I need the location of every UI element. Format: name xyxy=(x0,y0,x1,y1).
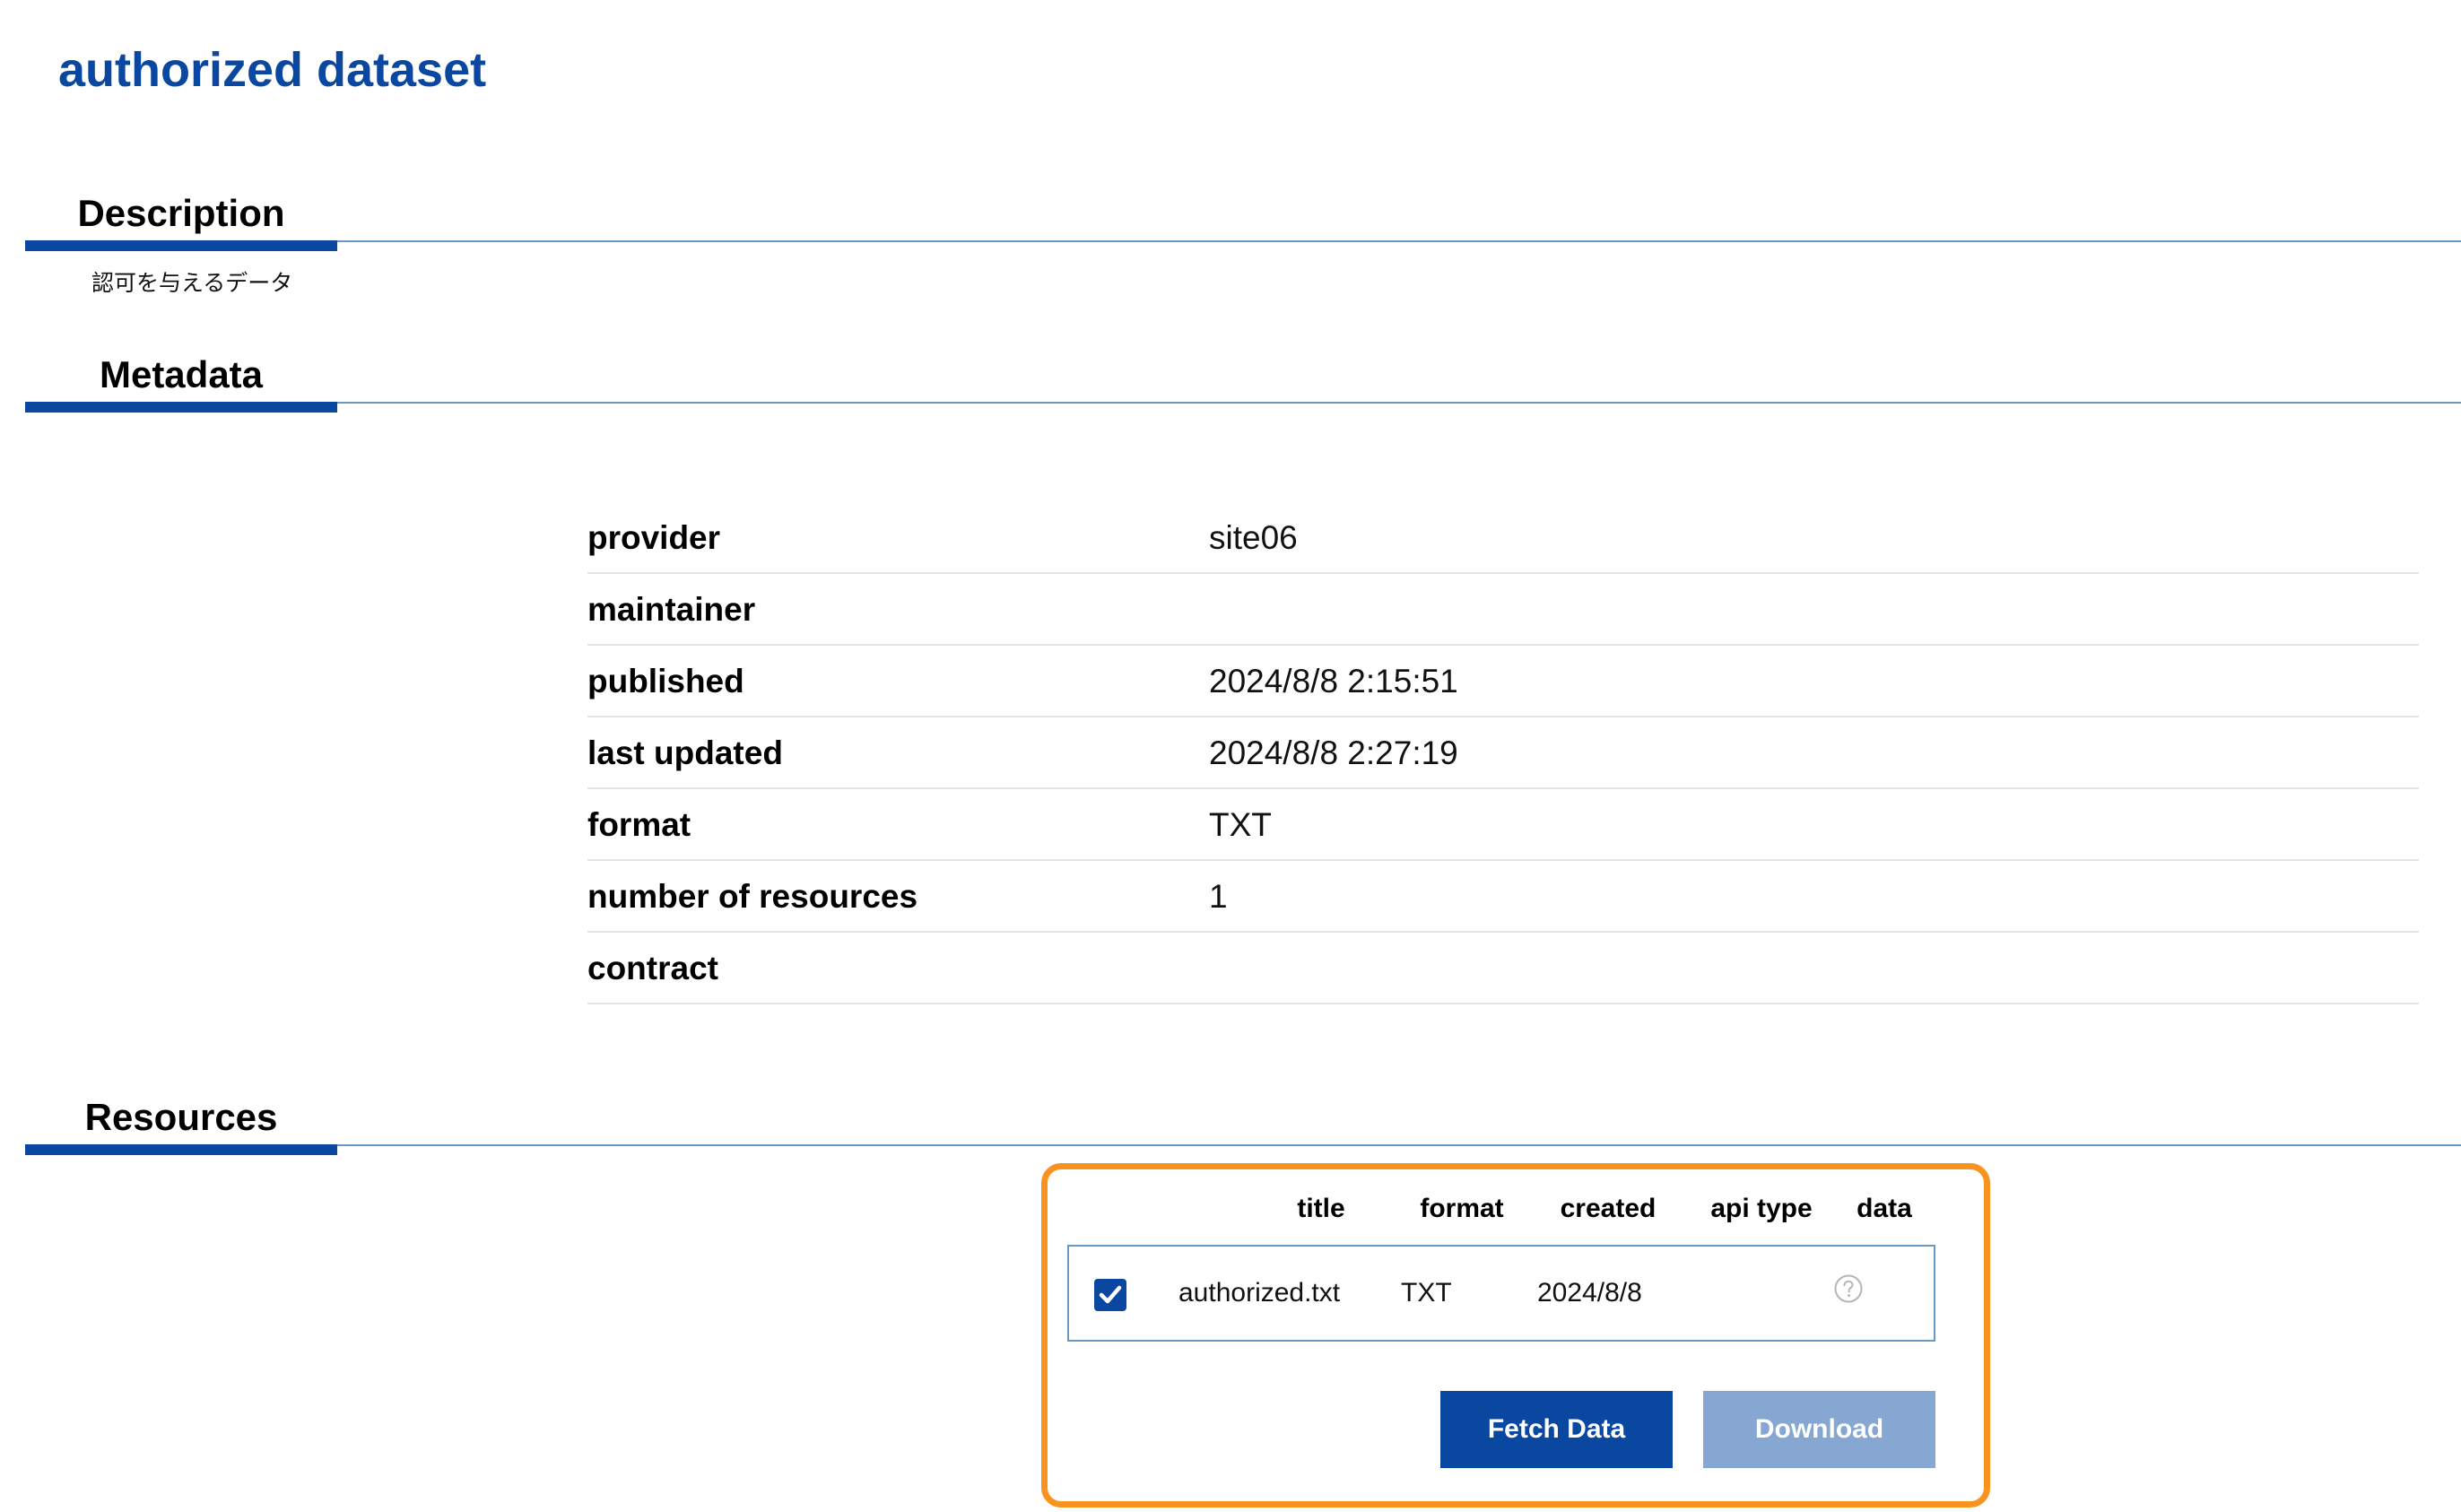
metadata-row-number-of-resources: number of resources 1 xyxy=(587,861,2419,933)
section-title-metadata: Metadata xyxy=(99,353,264,395)
metadata-key: provider xyxy=(587,519,721,556)
column-header-title: title xyxy=(1297,1194,1345,1223)
metadata-row-published: published 2024/8/8 2:15:51 xyxy=(587,646,2419,717)
column-header-created: created xyxy=(1560,1194,1657,1223)
section-header-metadata: Metadata xyxy=(25,341,2461,413)
metadata-key: published xyxy=(587,663,744,700)
column-header-format: format xyxy=(1420,1194,1504,1223)
checkmark-icon xyxy=(1099,1285,1122,1304)
metadata-row-format: format TXT xyxy=(587,789,2419,861)
resource-select-checkbox[interactable] xyxy=(1094,1279,1126,1311)
download-button[interactable]: Download xyxy=(1703,1391,1935,1468)
metadata-row-contract: contract xyxy=(587,933,2419,1004)
section-header-description: Description xyxy=(25,179,2461,251)
section-underline xyxy=(25,240,337,251)
resource-title: authorized.txt xyxy=(1178,1278,1341,1308)
column-header-api-type: api type xyxy=(1710,1194,1813,1223)
section-title-resources: Resources xyxy=(84,1096,278,1138)
metadata-key: last updated xyxy=(587,734,783,771)
metadata-key: format xyxy=(587,806,691,843)
resources-panel: title format created api type data autho… xyxy=(1041,1163,1990,1508)
page-title: authorized dataset xyxy=(58,43,487,97)
column-header-data: data xyxy=(1857,1194,1912,1223)
resource-format: TXT xyxy=(1401,1278,1452,1308)
metadata-key: maintainer xyxy=(587,591,756,628)
metadata-value: TXT xyxy=(1209,806,1272,843)
section-divider xyxy=(337,240,2461,242)
metadata-row-last-updated: last updated 2024/8/8 2:27:19 xyxy=(587,717,2419,789)
metadata-value: 2024/8/8 2:27:19 xyxy=(1209,734,1458,771)
metadata-key: contract xyxy=(587,950,718,986)
help-circle-icon[interactable] xyxy=(1833,1273,1864,1304)
description-text: 認可を与えるデータ xyxy=(91,270,293,296)
section-header-resources: Resources xyxy=(25,1083,2461,1155)
metadata-table: provider site06 maintainer published 202… xyxy=(587,502,2419,1004)
section-divider xyxy=(337,402,2461,404)
section-title-description: Description xyxy=(77,192,285,234)
metadata-value: 1 xyxy=(1209,878,1228,915)
metadata-value: site06 xyxy=(1209,519,1298,556)
fetch-data-button[interactable]: Fetch Data xyxy=(1440,1391,1673,1468)
resource-row[interactable]: authorized.txt TXT 2024/8/8 xyxy=(1067,1245,1935,1342)
section-divider xyxy=(337,1144,2461,1146)
metadata-row-maintainer: maintainer xyxy=(587,574,2419,646)
metadata-key: number of resources xyxy=(587,878,918,915)
metadata-row-provider: provider site06 xyxy=(587,502,2419,574)
metadata-value: 2024/8/8 2:15:51 xyxy=(1209,663,1458,700)
section-underline xyxy=(25,402,337,413)
resource-created: 2024/8/8 xyxy=(1537,1278,1642,1308)
section-underline xyxy=(25,1144,337,1155)
